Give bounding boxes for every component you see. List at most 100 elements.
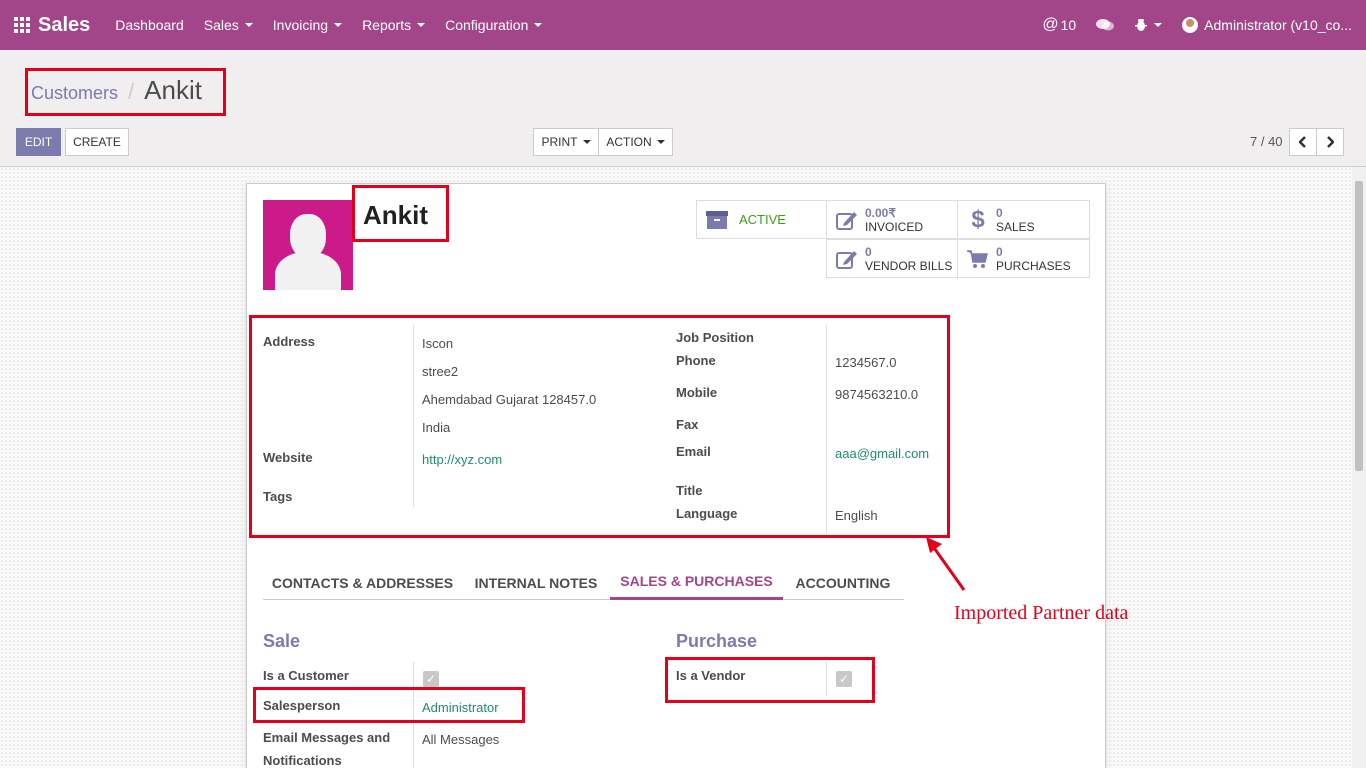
- partner-photo[interactable]: [263, 200, 353, 290]
- create-button[interactable]: CREATE: [65, 128, 129, 156]
- annotation-arrow: [926, 537, 966, 591]
- salesperson-link[interactable]: Administrator: [422, 700, 499, 715]
- salesperson-label: Salesperson: [263, 698, 341, 713]
- pencil-square-icon: [836, 250, 857, 269]
- tab-sales-purchases[interactable]: SALES & PURCHASES: [610, 565, 783, 600]
- bug-icon: [1135, 19, 1148, 31]
- caret-down-icon: [417, 23, 426, 27]
- chat-icon: [1096, 19, 1115, 31]
- control-panel: Customers / Ankit EDIT CREATE PRINT ACTI…: [0, 50, 1366, 167]
- chevron-right-icon: [1327, 136, 1334, 148]
- pencil-square-icon: [836, 211, 857, 230]
- app-title: Sales: [38, 13, 91, 36]
- user-name: Administrator (v10_co...: [1204, 17, 1352, 33]
- caret-down-icon: [334, 23, 343, 27]
- mobile-label: Mobile: [676, 385, 718, 400]
- email-messages-value[interactable]: All Messages: [422, 732, 499, 747]
- tab-accounting[interactable]: ACCOUNTING: [787, 565, 899, 600]
- vendor-bills-value: 0: [865, 244, 872, 259]
- vendor-bills-button[interactable]: 0 VENDOR BILLS: [826, 239, 958, 278]
- print-button[interactable]: PRINT: [533, 128, 599, 156]
- tags-label: Tags: [263, 489, 293, 504]
- user-avatar: [1182, 17, 1199, 33]
- at-icon: @: [1042, 16, 1059, 33]
- caret-down-icon: [656, 140, 665, 144]
- pager-counter[interactable]: 7 / 40: [1250, 134, 1283, 149]
- sales-label: SALES: [996, 219, 1035, 234]
- pager-previous-button[interactable]: [1289, 128, 1317, 156]
- caret-down-icon: [244, 23, 253, 27]
- app-switcher[interactable]: Sales: [0, 0, 90, 50]
- annotation-box-partner-data: [249, 315, 950, 538]
- top-navbar: Sales Dashboard Sales Invoicing Reports …: [0, 0, 1366, 50]
- dollar-icon: $: [971, 205, 985, 233]
- annotation-box-name: [352, 185, 449, 242]
- language-label: Language: [676, 506, 738, 521]
- action-button[interactable]: ACTION: [598, 128, 673, 156]
- menu-reports[interactable]: Reports: [352, 0, 435, 50]
- title-label: Title: [676, 483, 703, 498]
- main-menu: Dashboard Sales Invoicing Reports Config…: [105, 0, 552, 50]
- vendor-bills-label: VENDOR BILLS: [865, 258, 953, 273]
- mobile-value[interactable]: 9874563210.0: [835, 387, 918, 402]
- phone-label: Phone: [676, 353, 716, 368]
- fax-label: Fax: [676, 417, 699, 432]
- annotation-box-breadcrumb: [25, 68, 226, 116]
- purchases-label: PURCHASES: [996, 258, 1071, 273]
- address-label: Address: [263, 334, 316, 349]
- caret-down-icon: [534, 23, 543, 27]
- purchase-section-title: Purchase: [676, 631, 758, 651]
- caret-down-icon: [1154, 23, 1163, 27]
- invoiced-label: INVOICED: [865, 219, 924, 234]
- is-customer-label: Is a Customer: [263, 668, 349, 683]
- shopping-cart-icon: [967, 249, 988, 268]
- notifications-label: Notifications: [263, 753, 342, 768]
- address-city-state-zip[interactable]: Ahemdabad Gujarat 128457.0: [422, 392, 596, 407]
- menu-dashboard[interactable]: Dashboard: [105, 0, 194, 50]
- menu-invoicing[interactable]: Invoicing: [263, 0, 352, 50]
- website-label: Website: [263, 450, 313, 465]
- sales-button[interactable]: $ 0 SALES: [957, 200, 1090, 239]
- chat-button[interactable]: [1096, 18, 1115, 32]
- apps-grid-icon[interactable]: [14, 17, 30, 33]
- annotation-text: Imported Partner data: [954, 602, 1129, 624]
- edit-button[interactable]: EDIT: [16, 128, 61, 156]
- purchases-button[interactable]: 0 PURCHASES: [957, 239, 1090, 278]
- address-street2[interactable]: stree2: [422, 364, 458, 379]
- phone-value[interactable]: 1234567.0: [835, 355, 896, 370]
- scrollbar-thumb[interactable]: [1355, 181, 1363, 471]
- email-messages-label: Email Messages and: [263, 730, 391, 745]
- website-link[interactable]: http://xyz.com: [422, 452, 502, 467]
- address-street[interactable]: Iscon: [422, 336, 453, 351]
- active-label: ACTIVE: [739, 211, 786, 227]
- debug-menu[interactable]: [1134, 18, 1163, 32]
- user-menu[interactable]: Administrator (v10_co...: [1182, 17, 1352, 33]
- navbar-right: @ 10 Administrator (v10_co...: [1022, 0, 1352, 50]
- mentions-count: 10: [1060, 17, 1077, 33]
- tab-contacts-addresses[interactable]: CONTACTS & ADDRESSES: [263, 565, 462, 600]
- pager-next-button[interactable]: [1316, 128, 1344, 156]
- tab-internal-notes[interactable]: INTERNAL NOTES: [466, 565, 606, 600]
- menu-configuration[interactable]: Configuration: [435, 0, 552, 50]
- language-value[interactable]: English: [835, 508, 878, 523]
- email-link[interactable]: aaa@gmail.com: [835, 446, 929, 461]
- vertical-scrollbar[interactable]: [1352, 167, 1366, 768]
- mentions-button[interactable]: @ 10: [1042, 16, 1076, 34]
- sales-value: 0: [996, 205, 1003, 220]
- notebook-tabs: CONTACTS & ADDRESSES INTERNAL NOTES SALE…: [263, 565, 904, 600]
- sale-section-title: Sale: [263, 631, 301, 651]
- job-position-label: Job Position: [676, 330, 754, 345]
- menu-sales[interactable]: Sales: [194, 0, 263, 50]
- caret-down-icon: [582, 140, 591, 144]
- invoiced-value: 0.00₹: [865, 205, 896, 220]
- is-vendor-checkbox[interactable]: ✓: [836, 671, 852, 687]
- is-vendor-label: Is a Vendor: [676, 668, 746, 683]
- is-customer-checkbox[interactable]: ✓: [423, 671, 439, 687]
- purchases-value: 0: [996, 244, 1003, 259]
- chevron-left-icon: [1299, 136, 1306, 148]
- active-toggle-button[interactable]: ACTIVE: [696, 200, 827, 239]
- archive-icon: [706, 210, 728, 229]
- invoiced-button[interactable]: 0.00₹ INVOICED: [826, 200, 958, 239]
- email-label: Email: [676, 444, 711, 459]
- address-country[interactable]: India: [422, 420, 450, 435]
